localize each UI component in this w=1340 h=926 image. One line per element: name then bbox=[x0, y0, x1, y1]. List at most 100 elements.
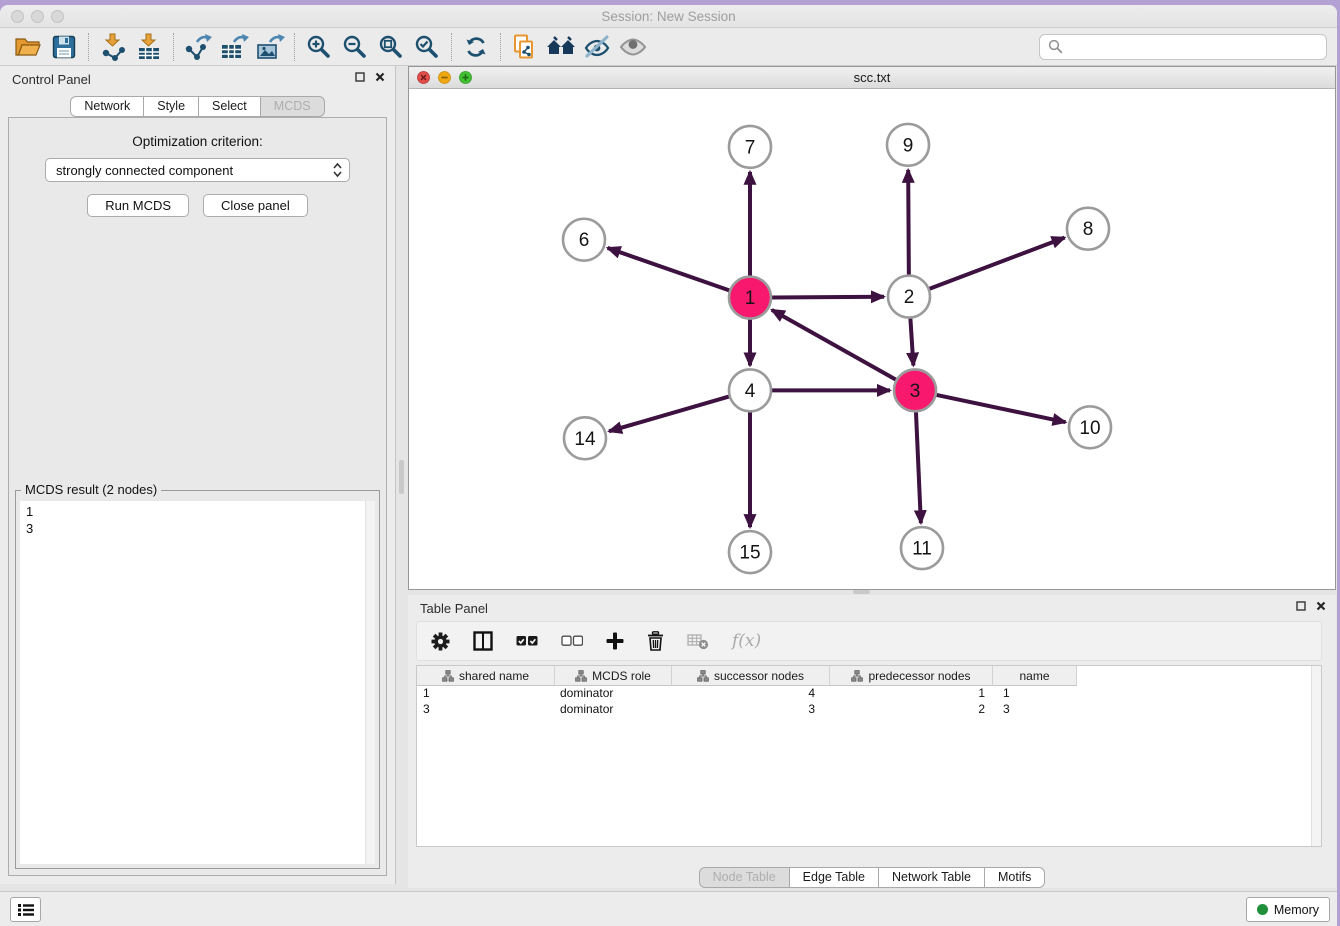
table-cell[interactable]: 4 bbox=[672, 686, 830, 702]
tab-select[interactable]: Select bbox=[199, 96, 261, 117]
table-panel-title: Table Panel bbox=[420, 601, 488, 616]
search-input[interactable] bbox=[1068, 39, 1318, 54]
table-cell[interactable]: 1 bbox=[417, 686, 555, 702]
column-browser-icon[interactable] bbox=[473, 631, 493, 651]
hide-selected-icon[interactable] bbox=[579, 31, 615, 63]
graph-node-6[interactable]: 6 bbox=[563, 219, 605, 261]
new-network-from-selection-icon[interactable] bbox=[507, 31, 543, 63]
zoom-selected-icon[interactable] bbox=[409, 31, 445, 63]
column-label: MCDS role bbox=[592, 669, 651, 683]
open-session-icon[interactable] bbox=[10, 31, 46, 63]
edge-3-10[interactable] bbox=[937, 395, 1066, 422]
memory-button[interactable]: Memory bbox=[1246, 897, 1330, 922]
deselect-all-columns-icon[interactable] bbox=[561, 635, 583, 647]
select-all-columns-icon[interactable] bbox=[516, 635, 538, 647]
delete-table-icon[interactable] bbox=[687, 632, 709, 650]
column-label: name bbox=[1019, 669, 1049, 683]
tab-network-table[interactable]: Network Table bbox=[879, 867, 985, 888]
svg-text:15: 15 bbox=[739, 543, 760, 564]
tab-node-table[interactable]: Node Table bbox=[699, 867, 790, 888]
node-table: shared name MCDS role successor nodesprede… bbox=[416, 665, 1322, 847]
graph-node-7[interactable]: 7 bbox=[729, 126, 771, 168]
control-panel-tabs: NetworkStyleSelectMCDS bbox=[70, 96, 324, 117]
edge-2-9[interactable] bbox=[908, 170, 909, 275]
table-cell[interactable]: dominator bbox=[555, 686, 672, 702]
table-scrollbar[interactable] bbox=[1311, 666, 1321, 846]
column-header-predecessor-nodes[interactable]: predecessor nodes bbox=[830, 666, 993, 686]
tab-network[interactable]: Network bbox=[70, 96, 144, 117]
mcds-result-list[interactable]: 13 bbox=[20, 501, 375, 864]
graph-node-10[interactable]: 10 bbox=[1069, 406, 1111, 448]
tab-motifs[interactable]: Motifs bbox=[985, 867, 1045, 888]
table-cell[interactable]: dominator bbox=[555, 702, 672, 718]
graph-node-8[interactable]: 8 bbox=[1067, 208, 1109, 250]
table-cell[interactable]: 3 bbox=[993, 702, 1077, 718]
vertical-splitter-handle[interactable] bbox=[399, 460, 404, 494]
edge-2-3[interactable] bbox=[910, 318, 913, 365]
delete-column-icon[interactable] bbox=[647, 631, 664, 651]
table-cell[interactable]: 1 bbox=[993, 686, 1077, 702]
tab-style[interactable]: Style bbox=[144, 96, 199, 117]
refresh-view-icon[interactable] bbox=[458, 31, 494, 63]
column-header-shared-name[interactable]: shared name bbox=[417, 666, 555, 686]
edge-2-8[interactable] bbox=[930, 238, 1065, 289]
create-column-icon[interactable] bbox=[606, 632, 624, 650]
column-tree-icon bbox=[851, 670, 863, 682]
result-scrollbar[interactable] bbox=[365, 501, 375, 864]
horizontal-splitter-handle[interactable] bbox=[853, 590, 870, 594]
network-window-titlebar[interactable]: scc.txt bbox=[409, 67, 1335, 89]
svg-text:2: 2 bbox=[904, 287, 915, 308]
table-cell[interactable]: 3 bbox=[417, 702, 555, 718]
save-session-icon[interactable] bbox=[46, 31, 82, 63]
close-panel-icon[interactable] bbox=[375, 72, 385, 82]
function-builder-icon[interactable]: f(x) bbox=[732, 631, 761, 651]
export-table-icon[interactable] bbox=[216, 31, 252, 63]
float-panel-icon[interactable] bbox=[355, 72, 365, 82]
toolbar-separator bbox=[294, 33, 295, 61]
table-row[interactable]: 3dominator323 bbox=[417, 702, 1321, 718]
close-panel-button[interactable]: Close panel bbox=[203, 194, 308, 217]
graph-node-15[interactable]: 15 bbox=[729, 531, 771, 573]
tab-mcds[interactable]: MCDS bbox=[261, 96, 325, 117]
export-image-icon[interactable] bbox=[252, 31, 288, 63]
edge-3-11[interactable] bbox=[916, 412, 921, 523]
show-hidden-icon[interactable] bbox=[615, 31, 651, 63]
graph-node-9[interactable]: 9 bbox=[887, 124, 929, 166]
edge-1-2[interactable] bbox=[772, 297, 884, 298]
import-table-icon[interactable] bbox=[131, 31, 167, 63]
edge-3-1[interactable] bbox=[772, 310, 896, 380]
graph-node-14[interactable]: 14 bbox=[564, 417, 606, 459]
zoom-out-icon[interactable] bbox=[337, 31, 373, 63]
run-mcds-button[interactable]: Run MCDS bbox=[87, 194, 189, 217]
import-network-icon[interactable] bbox=[95, 31, 131, 63]
export-network-icon[interactable] bbox=[180, 31, 216, 63]
show-task-history-button[interactable] bbox=[10, 897, 41, 922]
table-settings-gear-icon[interactable] bbox=[431, 632, 450, 651]
table-row[interactable]: 1dominator411 bbox=[417, 686, 1321, 702]
float-table-panel-icon[interactable] bbox=[1296, 601, 1306, 611]
close-table-panel-icon[interactable] bbox=[1316, 601, 1326, 611]
optimization-dropdown[interactable]: strongly connected component bbox=[45, 158, 350, 182]
column-header-MCDS-role[interactable]: MCDS role bbox=[555, 666, 672, 686]
graph-node-3[interactable]: 3 bbox=[894, 369, 936, 411]
svg-text:4: 4 bbox=[745, 381, 756, 402]
zoom-in-icon[interactable] bbox=[301, 31, 337, 63]
graph-node-2[interactable]: 2 bbox=[888, 276, 930, 318]
show-all-networks-icon[interactable] bbox=[543, 31, 579, 63]
result-line: 1 bbox=[26, 503, 369, 520]
network-canvas[interactable]: 7 9 6 8 1 2 4 3 14 10 15 11 bbox=[409, 89, 1335, 589]
graph-node-11[interactable]: 11 bbox=[901, 527, 943, 569]
column-header-name[interactable]: name bbox=[993, 666, 1077, 686]
table-cell[interactable]: 2 bbox=[830, 702, 993, 718]
table-panel: Table Panel f(x) shared name MCDS role suc… bbox=[408, 595, 1336, 888]
edge-1-6[interactable] bbox=[608, 248, 730, 290]
graph-node-4[interactable]: 4 bbox=[729, 369, 771, 411]
tab-edge-table[interactable]: Edge Table bbox=[790, 867, 879, 888]
table-cell[interactable]: 1 bbox=[830, 686, 993, 702]
edge-4-14[interactable] bbox=[609, 397, 729, 432]
table-cell[interactable]: 3 bbox=[672, 702, 830, 718]
graph-node-1[interactable]: 1 bbox=[729, 277, 771, 319]
search-field[interactable] bbox=[1039, 34, 1327, 60]
column-header-successor-nodes[interactable]: successor nodes bbox=[672, 666, 830, 686]
zoom-fit-icon[interactable] bbox=[373, 31, 409, 63]
